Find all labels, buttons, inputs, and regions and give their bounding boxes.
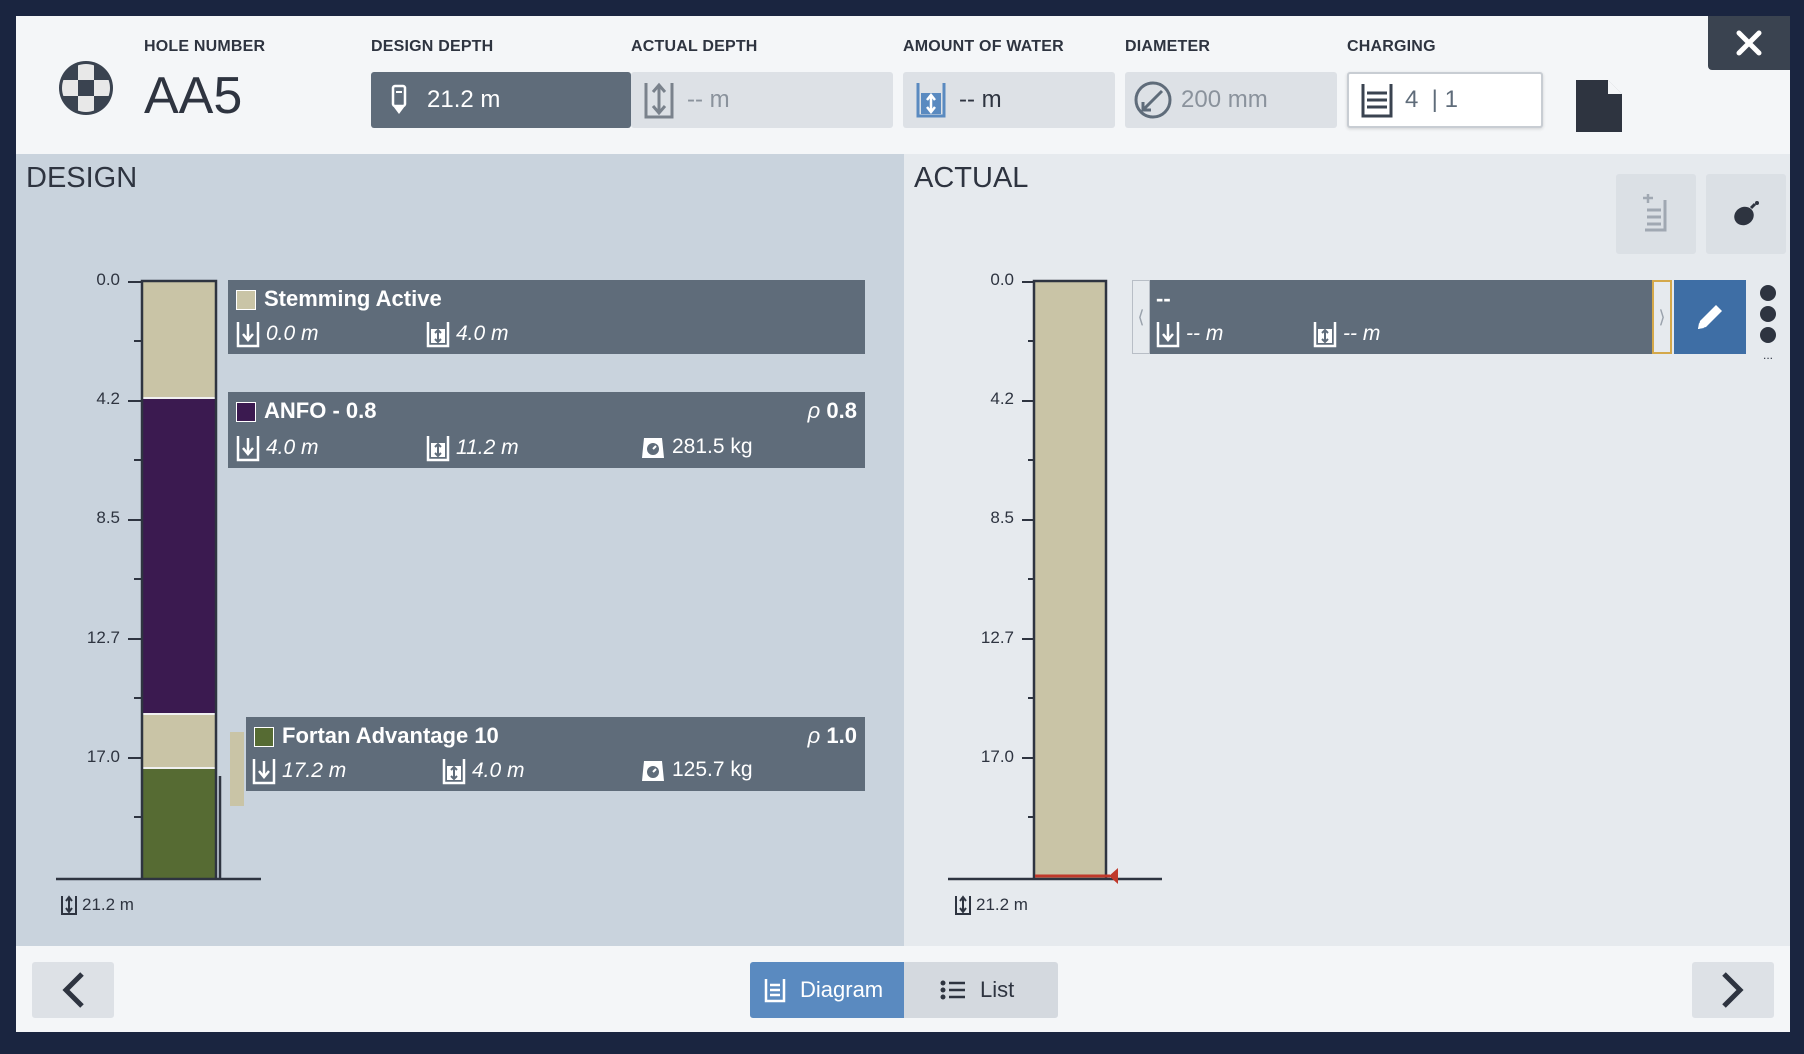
deck-name: Fortan Advantage 10 <box>282 723 499 748</box>
deck-top-icon <box>252 759 276 785</box>
deck-color-swatch <box>236 402 256 422</box>
deck-weight: 125.7 kg <box>640 757 753 783</box>
deck-top: 4.0 m <box>236 434 319 462</box>
chevron-right-icon <box>1722 972 1744 1008</box>
tab-list-label: List <box>980 977 1015 1002</box>
design-depth-value: 21.2 m <box>427 86 501 113</box>
hole-number: AA5 <box>144 67 243 125</box>
actual-depth-label: ACTUAL DEPTH <box>631 38 758 55</box>
water-level-icon <box>909 78 953 122</box>
deck-top-icon <box>236 322 260 348</box>
deck-name: -- <box>1156 286 1171 311</box>
deck-name: ANFO - 0.8 <box>264 398 377 423</box>
footer: Diagram List <box>16 946 1790 1032</box>
diagram-icon <box>764 979 786 1003</box>
design-depth-field[interactable]: 21.2 m <box>371 72 631 128</box>
hole-detail-window: HOLE NUMBER AA5 DESIGN DEPTH ACTUAL DEPT… <box>16 16 1790 1032</box>
design-depth-label: DESIGN DEPTH <box>371 38 494 55</box>
scale-weight-icon <box>642 761 664 781</box>
diameter-label: DIAMETER <box>1125 38 1211 55</box>
charging-value: 4 | 1 <box>1405 86 1458 113</box>
actual-panel: ACTUAL 0.0 4.2 8.5 12.7 17.0 21.2 m ⟨ --… <box>904 154 1790 946</box>
drill-bit-icon <box>377 78 421 122</box>
deck-weight: 281.5 kg <box>640 434 753 460</box>
more-options-button[interactable] <box>1754 284 1782 350</box>
previous-hole-button[interactable] <box>32 962 114 1018</box>
deck-card[interactable]: Stemming Active 0.0 m 4.0 m <box>228 280 865 354</box>
deck-length-icon <box>426 322 450 348</box>
document-icon[interactable] <box>1574 78 1624 134</box>
next-hole-button[interactable] <box>1692 962 1774 1018</box>
deck-length: -- m <box>1313 320 1380 348</box>
tab-diagram[interactable]: Diagram <box>750 962 904 1018</box>
deck-name: Stemming Active <box>264 286 442 311</box>
deck-length-icon <box>426 436 450 462</box>
depth-measure-icon <box>637 78 681 122</box>
water-label: AMOUNT OF WATER <box>903 38 1064 55</box>
design-total-depth-value: 21.2 m <box>82 895 134 914</box>
depth-measure-icon <box>955 895 971 915</box>
deck-density: ρ 0.8 <box>807 398 857 423</box>
tab-list[interactable]: List <box>904 962 1058 1018</box>
chevron-left-icon <box>62 972 84 1008</box>
deck-card[interactable]: ANFO - 0.8 ρ 0.8 4.0 m 11.2 m 281.5 kg <box>228 392 865 468</box>
deck-density: ρ 1.0 <box>807 723 857 748</box>
charging-layers-icon <box>1355 78 1399 122</box>
actual-total-depth-value: 21.2 m <box>976 895 1028 914</box>
deck-resize-right-handle[interactable]: ⟩ <box>1652 280 1672 354</box>
deck-length-icon <box>442 759 466 785</box>
more-options-hint: ... <box>1762 348 1773 362</box>
design-panel: DESIGN 0.0 4.2 8.5 12.7 17.0 21.2 m Stem… <box>16 154 904 946</box>
actual-deck-card[interactable]: -- -- m -- m <box>1150 280 1668 354</box>
actual-total-depth: 21.2 m <box>954 894 1028 916</box>
deck-top-icon <box>236 436 260 462</box>
water-field[interactable]: -- m <box>903 72 1115 128</box>
deck-color-swatch <box>236 290 256 310</box>
deck-top: 0.0 m <box>236 320 319 348</box>
scale-weight-icon <box>642 438 664 458</box>
water-value: -- m <box>959 86 1002 113</box>
actual-depth-value: -- m <box>687 86 730 113</box>
deck-color-swatch <box>254 727 274 747</box>
header: HOLE NUMBER AA5 DESIGN DEPTH ACTUAL DEPT… <box>16 16 1790 154</box>
actual-hole-column <box>948 279 1162 884</box>
diameter-icon <box>1131 78 1175 122</box>
checkered-hole-icon <box>59 61 113 115</box>
deck-card[interactable]: Fortan Advantage 10 ρ 1.0 17.2 m 4.0 m 1… <box>246 717 865 791</box>
deck-length: 4.0 m <box>442 757 525 785</box>
edit-deck-button[interactable] <box>1674 280 1746 354</box>
tab-diagram-label: Diagram <box>800 977 884 1002</box>
deck-top-icon <box>1156 322 1180 348</box>
deck-length-icon <box>1313 322 1337 348</box>
design-hole-column <box>56 279 261 881</box>
depth-measure-icon <box>61 895 77 915</box>
deck-resize-left-handle[interactable]: ⟨ <box>1132 280 1150 354</box>
diameter-field[interactable]: 200 mm <box>1125 72 1337 128</box>
design-total-depth: 21.2 m <box>60 894 134 916</box>
close-button[interactable] <box>1708 16 1790 70</box>
list-icon <box>940 980 965 1000</box>
pencil-icon <box>1698 305 1722 329</box>
deck-top: -- m <box>1156 320 1223 348</box>
deck-top: 17.2 m <box>252 757 346 785</box>
hole-number-label: HOLE NUMBER <box>144 38 266 55</box>
close-icon <box>1736 30 1762 56</box>
actual-depth-field[interactable]: -- m <box>631 72 893 128</box>
charging-label: CHARGING <box>1347 38 1436 55</box>
deck-length: 11.2 m <box>426 434 519 462</box>
charging-field[interactable]: 4 | 1 <box>1347 72 1543 128</box>
more-vertical-icon <box>1760 285 1776 343</box>
diameter-value: 200 mm <box>1181 86 1268 113</box>
deck-length: 4.0 m <box>426 320 509 348</box>
